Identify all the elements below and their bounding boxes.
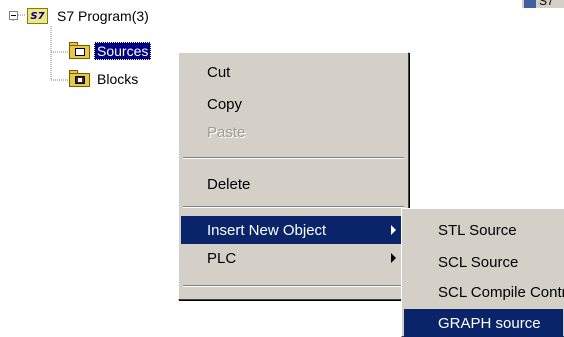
insert-new-object-submenu: STL Source SCL Source SCL Compile Contro…	[401, 208, 564, 337]
menu-item-label: PLC	[207, 249, 237, 267]
s7-program-icon: S7	[27, 8, 48, 24]
menu-item-paste[interactable]: Paste	[181, 118, 406, 146]
submenu-item-scl-source[interactable]: SCL Source	[404, 248, 563, 276]
menu-separator	[183, 285, 404, 287]
menu-item-plc[interactable]: PLC	[181, 244, 406, 272]
submenu-item-graph-source[interactable]: GRAPH source	[404, 309, 563, 337]
menu-item-copy[interactable]: Copy	[181, 90, 406, 118]
tree-node-s7-program[interactable]: S7 S7 Program(3)	[27, 5, 152, 27]
menu-item-cut[interactable]: Cut	[181, 58, 406, 86]
collapse-toggle-icon[interactable]	[9, 11, 18, 20]
tree-node-label: Sources	[94, 42, 152, 60]
menu-separator	[183, 206, 404, 208]
submenu-item-scl-compile-control[interactable]: SCL Compile Control	[404, 278, 564, 306]
tree-node-sources[interactable]: Sources	[68, 40, 152, 62]
sources-folder-icon	[68, 42, 92, 60]
blocks-folder-icon	[68, 70, 92, 88]
menu-item-insert-new-object[interactable]: Insert New Object	[181, 216, 406, 244]
application-icon	[524, 0, 536, 8]
context-menu: Cut Copy Paste Delete Insert New Object …	[178, 52, 409, 300]
submenu-item-stl-source[interactable]: STL Source	[404, 216, 563, 244]
tree-node-label: S7 Program(3)	[57, 8, 149, 24]
submenu-arrow-icon	[391, 253, 396, 263]
menu-item-label: Insert New Object	[207, 221, 327, 239]
clipped-window-item: S7 G	[522, 0, 564, 8]
menu-item-delete[interactable]: Delete	[181, 170, 406, 198]
menu-separator	[183, 157, 404, 159]
submenu-arrow-icon	[391, 225, 396, 235]
tree-node-label: Blocks	[97, 71, 139, 87]
tree-node-blocks[interactable]: Blocks	[68, 68, 141, 90]
clipped-window-label: S7 G	[539, 0, 554, 8]
